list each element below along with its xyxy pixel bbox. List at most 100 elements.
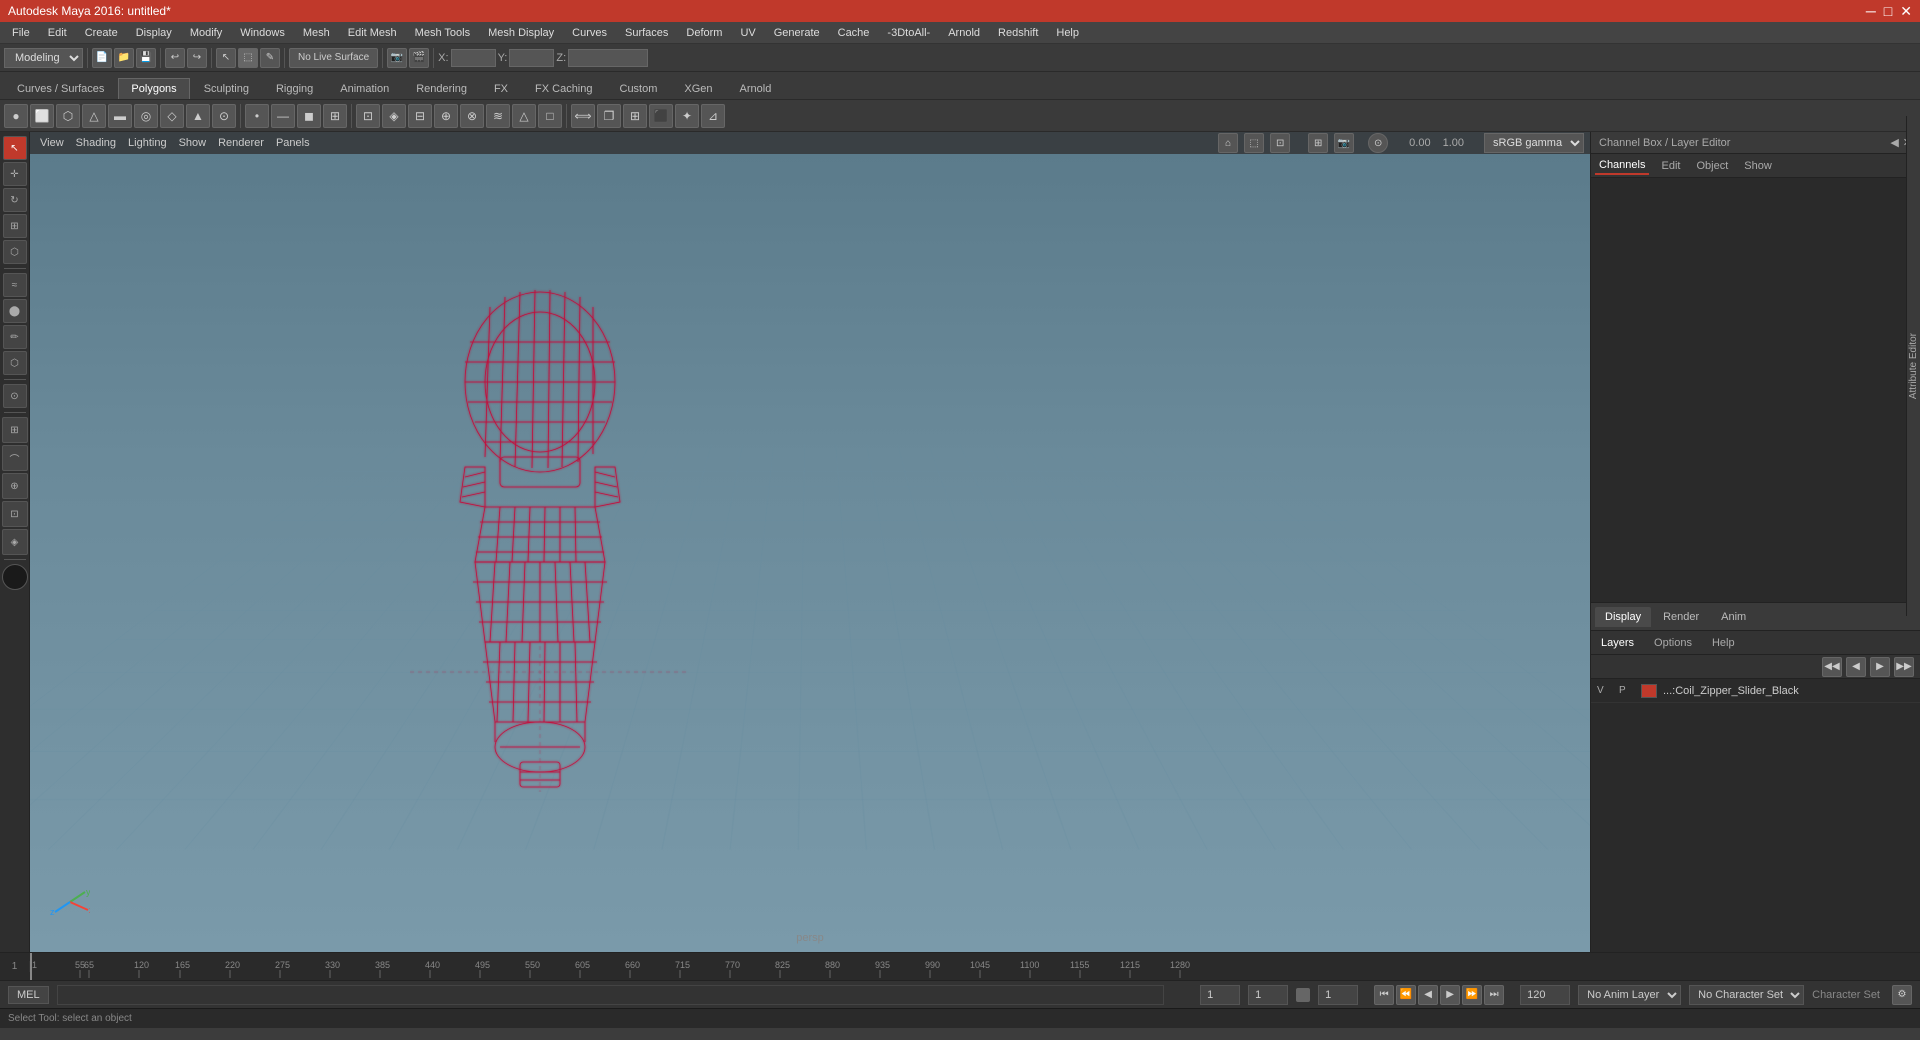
cylinder-button[interactable]: ⬡: [56, 104, 80, 128]
quads-button[interactable]: □: [538, 104, 562, 128]
layers-prev[interactable]: ◀: [1846, 657, 1866, 677]
vp-cam-home[interactable]: ⌂: [1218, 133, 1238, 153]
show-tab[interactable]: Show: [1740, 158, 1776, 174]
vp-cam-attrib[interactable]: 📷: [1334, 133, 1354, 153]
panels-menu[interactable]: Panels: [272, 137, 314, 149]
soft-mod-tool[interactable]: ≈: [3, 273, 27, 297]
current-frame-input[interactable]: [1248, 985, 1288, 1005]
edge-button[interactable]: —: [271, 104, 295, 128]
options-subtab[interactable]: Options: [1648, 635, 1698, 651]
combine-button[interactable]: ⊕: [434, 104, 458, 128]
object-tab[interactable]: Object: [1692, 158, 1732, 174]
select-mode-button[interactable]: ↖: [216, 48, 236, 68]
mel-button[interactable]: MEL: [8, 986, 49, 1004]
paint-tool[interactable]: ✏: [3, 325, 27, 349]
playback-settings[interactable]: ⚙: [1892, 985, 1912, 1005]
plane-button[interactable]: ▬: [108, 104, 132, 128]
character-set-select[interactable]: No Character Set: [1689, 985, 1804, 1005]
sculpt-tool[interactable]: ⬤: [3, 299, 27, 323]
menu-uv[interactable]: UV: [732, 25, 763, 41]
menu-arnold[interactable]: Arnold: [940, 25, 988, 41]
extrude-button[interactable]: ⊡: [356, 104, 380, 128]
channels-tab[interactable]: Channels: [1595, 157, 1649, 175]
menu-mesh-display[interactable]: Mesh Display: [480, 25, 562, 41]
layers-prev-prev[interactable]: ◀◀: [1822, 657, 1842, 677]
menu-deform[interactable]: Deform: [678, 25, 730, 41]
layer-row-1[interactable]: V P ...:Coil_Zipper_Slider_Black: [1591, 679, 1920, 703]
anim-tab[interactable]: Anim: [1711, 607, 1756, 627]
next-frame[interactable]: ⏩: [1462, 985, 1482, 1005]
bevel-button[interactable]: ◈: [382, 104, 406, 128]
artisan-tool[interactable]: ⬡: [3, 351, 27, 375]
cb-expand-button[interactable]: ◀: [1890, 136, 1898, 149]
smooth-button[interactable]: ≋: [486, 104, 510, 128]
scale-tool[interactable]: ⊞: [3, 214, 27, 238]
menu-help[interactable]: Help: [1048, 25, 1087, 41]
tab-animation[interactable]: Animation: [327, 78, 402, 99]
tab-sculpting[interactable]: Sculpting: [191, 78, 262, 99]
universal-manip[interactable]: ⬡: [3, 240, 27, 264]
tab-rigging[interactable]: Rigging: [263, 78, 326, 99]
close-button[interactable]: ✕: [1900, 3, 1912, 20]
start-frame-input[interactable]: [1200, 985, 1240, 1005]
vp-grid-toggle[interactable]: ⊞: [1308, 133, 1328, 153]
mel-input[interactable]: [57, 985, 1165, 1005]
snap-proj[interactable]: ⊡: [2, 501, 28, 527]
new-scene-button[interactable]: 📄: [92, 48, 112, 68]
snap-point[interactable]: ⊕: [2, 473, 28, 499]
snap-surface[interactable]: ◈: [2, 529, 28, 555]
layer-visible-toggle[interactable]: V: [1597, 685, 1613, 696]
menu-edit-mesh[interactable]: Edit Mesh: [340, 25, 405, 41]
prev-frame[interactable]: ⏪: [1396, 985, 1416, 1005]
move-tool[interactable]: ✛: [3, 162, 27, 186]
vertex-button[interactable]: •: [245, 104, 269, 128]
layer-color-swatch[interactable]: [1641, 684, 1657, 698]
tab-rendering[interactable]: Rendering: [403, 78, 480, 99]
tab-xgen[interactable]: XGen: [671, 78, 725, 99]
menu-redshift[interactable]: Redshift: [990, 25, 1046, 41]
menu-display[interactable]: Display: [128, 25, 180, 41]
snap-grid[interactable]: ⊞: [2, 417, 28, 443]
poke-button[interactable]: ✦: [675, 104, 699, 128]
layer-playback-toggle[interactable]: P: [1619, 685, 1635, 696]
select-tool[interactable]: ↖: [3, 136, 27, 160]
extract-button[interactable]: ⊞: [623, 104, 647, 128]
show-manip[interactable]: ⊙: [3, 384, 27, 408]
show-menu[interactable]: Show: [175, 137, 211, 149]
lasso-button[interactable]: ⬚: [238, 48, 258, 68]
vp-frame-all[interactable]: ⬚: [1244, 133, 1264, 153]
uv-button[interactable]: ⊞: [323, 104, 347, 128]
save-scene-button[interactable]: 💾: [136, 48, 156, 68]
render-button[interactable]: 🎬: [409, 48, 429, 68]
face-button[interactable]: ◼: [297, 104, 321, 128]
menu-cache[interactable]: Cache: [830, 25, 878, 41]
redo-button[interactable]: ↪: [187, 48, 207, 68]
menu-3dto-all[interactable]: -3DtoAll-: [879, 25, 938, 41]
menu-mesh[interactable]: Mesh: [295, 25, 338, 41]
triangulate-button[interactable]: △: [512, 104, 536, 128]
separate-button[interactable]: ⊗: [460, 104, 484, 128]
minimize-button[interactable]: ─: [1866, 3, 1876, 20]
x-input[interactable]: [451, 49, 496, 67]
bridge-button[interactable]: ⊟: [408, 104, 432, 128]
pyramid-button[interactable]: ▲: [186, 104, 210, 128]
tab-fx-caching[interactable]: FX Caching: [522, 78, 605, 99]
menu-windows[interactable]: Windows: [232, 25, 293, 41]
help-subtab[interactable]: Help: [1706, 635, 1741, 651]
renderer-menu[interactable]: Renderer: [214, 137, 268, 149]
menu-edit[interactable]: Edit: [40, 25, 75, 41]
rotate-tool[interactable]: ↻: [3, 188, 27, 212]
no-live-surface-button[interactable]: No Live Surface: [289, 48, 378, 68]
maximize-button[interactable]: □: [1884, 3, 1892, 20]
view-menu[interactable]: View: [36, 137, 68, 149]
paint-button[interactable]: ✎: [260, 48, 280, 68]
menu-mesh-tools[interactable]: Mesh Tools: [407, 25, 478, 41]
skip-to-end[interactable]: ⏭: [1484, 985, 1504, 1005]
snap-curve[interactable]: ⌒: [2, 445, 28, 471]
play-back[interactable]: ◀: [1418, 985, 1438, 1005]
menu-file[interactable]: File: [4, 25, 38, 41]
vp-frame-selected[interactable]: ⊡: [1270, 133, 1290, 153]
fill-button[interactable]: ⬛: [649, 104, 673, 128]
skip-to-start[interactable]: ⏮: [1374, 985, 1394, 1005]
end-frame-input[interactable]: [1318, 985, 1358, 1005]
